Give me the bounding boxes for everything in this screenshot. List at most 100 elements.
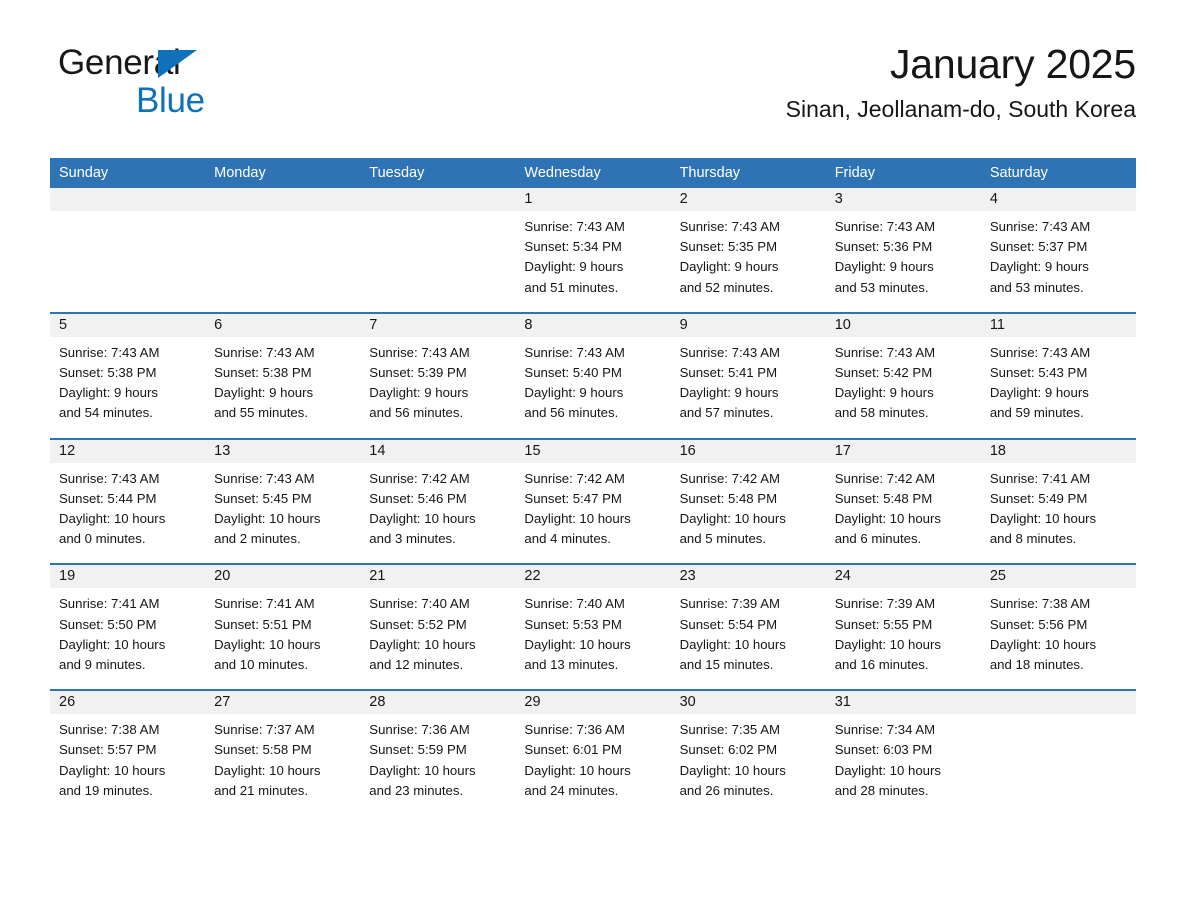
- calendar-day-cell[interactable]: 27 Sunrise: 7:37 AM Sunset: 5:58 PM Dayligh…: [205, 691, 361, 816]
- day-detail-line: Daylight: 9 hours: [214, 385, 314, 401]
- general-blue-logo[interactable]: General Blue: [58, 44, 318, 120]
- day-detail-line: and 23 minutes.: [369, 782, 464, 798]
- calendar-day-cell[interactable]: 3 Sunrise: 7:43 AM Sunset: 5:36 PM Daylight…: [825, 188, 981, 312]
- day-details: [50, 211, 205, 296]
- day-detail-line: Sunrise: 7:43 AM: [679, 344, 780, 360]
- day-detail-line: Daylight: 9 hours: [59, 385, 158, 401]
- day-detail-line: Daylight: 10 hours: [834, 511, 941, 527]
- day-detail-line: and 10 minutes.: [214, 657, 308, 673]
- day-detail-line: and 54 minutes.: [59, 405, 153, 421]
- calendar-day-cell[interactable]: 24 Sunrise: 7:39 AM Sunset: 5:55 PM Dayligh…: [825, 565, 981, 690]
- day-number: 17: [825, 439, 981, 463]
- day-details: Sunrise: 7:37 AM Sunset: 5:58 PM Daylight:…: [205, 714, 360, 815]
- day-details: Sunrise: 7:41 AM Sunset: 5:51 PM Daylight:…: [205, 588, 360, 689]
- calendar-day-cell[interactable]: 10 Sunrise: 7:43 AM Sunset: 5:42 PM Dayligh…: [825, 313, 981, 438]
- day-detail-line: Sunset: 5:53 PM: [524, 616, 622, 632]
- day-detail-line: Daylight: 10 hours: [59, 762, 166, 778]
- day-number: 8: [515, 313, 671, 337]
- day-detail-line: Sunrise: 7:39 AM: [834, 596, 936, 612]
- day-details: [360, 211, 515, 296]
- calendar-day-cell[interactable]: 1 Sunrise: 7:43 AM Sunset: 5:34 PM Daylight…: [515, 188, 671, 312]
- day-detail-line: Sunset: 5:38 PM: [214, 365, 312, 381]
- day-detail-line: and 59 minutes.: [989, 405, 1084, 421]
- day-detail-line: Daylight: 10 hours: [369, 511, 476, 527]
- calendar-day-cell[interactable]: 22 Sunrise: 7:40 AM Sunset: 5:53 PM Dayligh…: [515, 565, 671, 690]
- day-details: Sunrise: 7:43 AM Sunset: 5:40 PM Daylight:…: [515, 337, 670, 438]
- day-detail-line: Sunrise: 7:43 AM: [214, 470, 315, 486]
- day-detail-line: Daylight: 9 hours: [989, 385, 1089, 401]
- day-detail-line: Sunrise: 7:43 AM: [59, 344, 160, 360]
- calendar-day-cell[interactable]: 7 Sunrise: 7:43 AM Sunset: 5:39 PM Daylight…: [360, 313, 516, 438]
- day-detail-line: Sunset: 5:54 PM: [679, 616, 778, 632]
- day-detail-line: Sunrise: 7:38 AM: [989, 596, 1091, 612]
- calendar-day-cell[interactable]: 28 Sunrise: 7:36 AM Sunset: 5:59 PM Dayligh…: [360, 691, 516, 816]
- calendar-day-cell[interactable]: 29 Sunrise: 7:36 AM Sunset: 6:01 PM Dayligh…: [515, 691, 671, 816]
- day-details: Sunrise: 7:43 AM Sunset: 5:42 PM Daylight:…: [826, 337, 981, 438]
- calendar-day-cell[interactable]: 2 Sunrise: 7:43 AM Sunset: 5:35 PM Daylight…: [670, 188, 826, 312]
- calendar-day-cell[interactable]: 15 Sunrise: 7:42 AM Sunset: 5:47 PM Dayligh…: [515, 439, 671, 564]
- day-detail-line: and 3 minutes.: [369, 531, 456, 547]
- calendar-day-cell[interactable]: 21 Sunrise: 7:40 AM Sunset: 5:52 PM Dayligh…: [360, 565, 516, 690]
- day-detail-line: and 26 minutes.: [679, 782, 774, 798]
- day-details: Sunrise: 7:36 AM Sunset: 6:01 PM Daylight:…: [515, 714, 670, 815]
- calendar-day-cell[interactable]: 11 Sunrise: 7:43 AM Sunset: 5:43 PM Dayligh…: [980, 313, 1136, 438]
- day-number: 20: [205, 565, 361, 589]
- day-number: [50, 188, 206, 211]
- calendar-day-cell[interactable]: 18 Sunrise: 7:41 AM Sunset: 5:49 PM Dayligh…: [980, 439, 1136, 564]
- calendar-day-cell[interactable]: 23 Sunrise: 7:39 AM Sunset: 5:54 PM Dayligh…: [670, 565, 826, 690]
- calendar-day-cell[interactable]: 12 Sunrise: 7:43 AM Sunset: 5:44 PM Dayligh…: [50, 439, 206, 564]
- day-details: Sunrise: 7:42 AM Sunset: 5:48 PM Daylight:…: [671, 463, 826, 564]
- calendar-day-cell[interactable]: 13 Sunrise: 7:43 AM Sunset: 5:45 PM Dayligh…: [205, 439, 361, 564]
- day-details: Sunrise: 7:43 AM Sunset: 5:41 PM Daylight:…: [671, 337, 826, 438]
- day-detail-line: Sunrise: 7:36 AM: [369, 722, 470, 738]
- calendar-day-cell[interactable]: 31 Sunrise: 7:34 AM Sunset: 6:03 PM Dayligh…: [825, 691, 981, 816]
- calendar-day-cell[interactable]: 25 Sunrise: 7:38 AM Sunset: 5:56 PM Dayligh…: [980, 565, 1136, 690]
- day-detail-line: and 6 minutes.: [834, 531, 922, 547]
- day-detail-line: Daylight: 10 hours: [369, 762, 476, 778]
- day-detail-line: and 9 minutes.: [59, 657, 146, 673]
- weekday-header-row: Sunday Monday Tuesday Wednesday Thursday…: [50, 158, 1136, 188]
- day-details: Sunrise: 7:34 AM Sunset: 6:03 PM Daylight:…: [826, 714, 981, 815]
- calendar-day-cell[interactable]: 6 Sunrise: 7:43 AM Sunset: 5:38 PM Daylight…: [205, 313, 361, 438]
- day-details: Sunrise: 7:43 AM Sunset: 5:45 PM Daylight:…: [205, 463, 360, 564]
- day-detail-line: Sunset: 5:48 PM: [679, 490, 778, 506]
- calendar-day-cell[interactable]: 14 Sunrise: 7:42 AM Sunset: 5:46 PM Dayligh…: [360, 439, 516, 564]
- calendar-day-cell[interactable]: 17 Sunrise: 7:42 AM Sunset: 5:48 PM Dayligh…: [825, 439, 981, 564]
- calendar-day-cell[interactable]: 20 Sunrise: 7:41 AM Sunset: 5:51 PM Dayligh…: [205, 565, 361, 690]
- calendar-week-row: 1 Sunrise: 7:43 AM Sunset: 5:34 PM Daylight…: [50, 188, 1136, 312]
- day-number: 5: [50, 313, 206, 337]
- day-detail-line: Daylight: 9 hours: [369, 385, 469, 401]
- day-detail-line: Sunrise: 7:41 AM: [59, 596, 160, 612]
- day-detail-line: and 24 minutes.: [524, 782, 619, 798]
- day-detail-line: Daylight: 10 hours: [679, 636, 786, 652]
- day-detail-line: Sunrise: 7:40 AM: [369, 596, 470, 612]
- day-detail-line: and 12 minutes.: [369, 657, 464, 673]
- day-detail-line: Daylight: 9 hours: [679, 259, 779, 275]
- day-number: 27: [205, 691, 361, 715]
- day-detail-line: and 13 minutes.: [524, 657, 619, 673]
- day-detail-line: Sunrise: 7:40 AM: [524, 596, 625, 612]
- day-details: Sunrise: 7:43 AM Sunset: 5:37 PM Daylight:…: [981, 211, 1136, 312]
- calendar-day-cell-empty: [205, 188, 361, 312]
- day-detail-line: Sunset: 5:40 PM: [524, 365, 622, 381]
- day-number: [205, 188, 361, 211]
- day-detail-line: Daylight: 9 hours: [834, 385, 934, 401]
- day-number: [360, 188, 516, 211]
- day-detail-line: Sunset: 5:35 PM: [679, 239, 778, 255]
- calendar-day-cell[interactable]: 4 Sunrise: 7:43 AM Sunset: 5:37 PM Daylight…: [980, 188, 1136, 312]
- day-detail-line: Sunset: 5:49 PM: [989, 490, 1088, 506]
- calendar-day-cell[interactable]: 26 Sunrise: 7:38 AM Sunset: 5:57 PM Dayligh…: [50, 691, 206, 816]
- calendar-day-cell[interactable]: 30 Sunrise: 7:35 AM Sunset: 6:02 PM Dayligh…: [670, 691, 826, 816]
- calendar-day-cell[interactable]: 8 Sunrise: 7:43 AM Sunset: 5:40 PM Daylight…: [515, 313, 671, 438]
- calendar-day-cell[interactable]: 9 Sunrise: 7:43 AM Sunset: 5:41 PM Daylight…: [670, 313, 826, 438]
- day-details: Sunrise: 7:42 AM Sunset: 5:47 PM Daylight:…: [515, 463, 670, 564]
- calendar-day-cell[interactable]: 19 Sunrise: 7:41 AM Sunset: 5:50 PM Dayligh…: [50, 565, 206, 690]
- day-detail-line: Sunrise: 7:43 AM: [834, 219, 936, 234]
- calendar-day-cell[interactable]: 5 Sunrise: 7:43 AM Sunset: 5:38 PM Daylight…: [50, 313, 206, 438]
- day-detail-line: Sunset: 6:01 PM: [524, 742, 622, 758]
- day-detail-line: Daylight: 10 hours: [989, 511, 1097, 527]
- day-details: Sunrise: 7:43 AM Sunset: 5:34 PM Daylight:…: [515, 211, 670, 312]
- calendar-day-cell[interactable]: 16 Sunrise: 7:42 AM Sunset: 5:48 PM Dayligh…: [670, 439, 826, 564]
- day-detail-line: Sunset: 5:58 PM: [214, 742, 312, 758]
- calendar-table: Sunday Monday Tuesday Wednesday Thursday…: [50, 158, 1136, 816]
